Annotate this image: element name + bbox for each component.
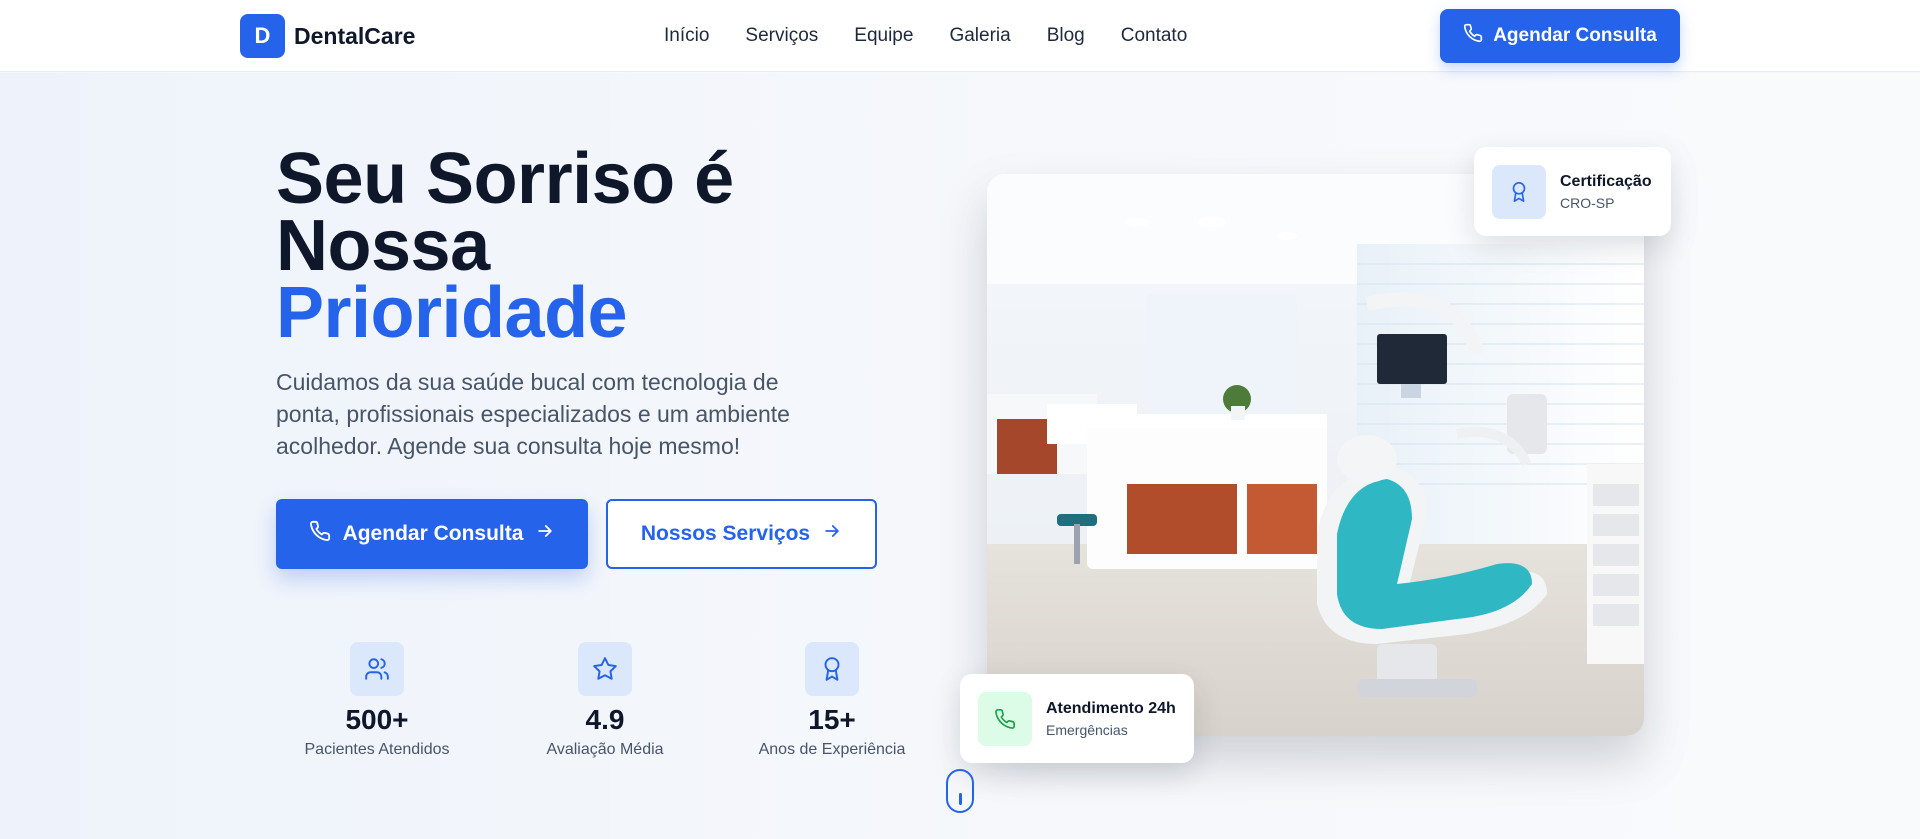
scroll-dot xyxy=(959,793,962,805)
schedule-appointment-label: Agendar Consulta xyxy=(342,522,524,545)
certification-subtitle: CRO-SP xyxy=(1560,194,1615,211)
hero-title: Seu Sorriso é Nossa Prioridade xyxy=(276,139,734,353)
stat-patients: 500+ Pacientes Atendidos xyxy=(277,642,477,759)
header-schedule-label: Agendar Consulta xyxy=(1493,25,1657,46)
stat-value: 15+ xyxy=(808,704,856,735)
hero-title-line-1: Seu Sorriso é xyxy=(276,139,734,219)
stat-label: Pacientes Atendidos xyxy=(304,741,450,758)
nav-item-contato[interactable]: Contato xyxy=(1121,24,1188,48)
our-services-button[interactable]: Nossos Serviços xyxy=(606,499,877,569)
phone-icon xyxy=(1463,23,1483,49)
stat-experience: 15+ Anos de Experiência xyxy=(732,642,932,759)
brand-name: DentalCare xyxy=(294,22,416,49)
nav-item-inicio[interactable]: Início xyxy=(664,24,709,48)
clinic-photo xyxy=(987,174,1644,736)
star-icon xyxy=(578,642,632,696)
certification-title: Certificação xyxy=(1560,172,1652,190)
stat-value: 4.9 xyxy=(585,704,625,735)
hero-title-line-2: Nossa xyxy=(276,206,490,286)
site-header: D DentalCare Início Serviços Equipe Gale… xyxy=(0,0,1920,72)
nav-item-galeria[interactable]: Galeria xyxy=(949,24,1010,48)
users-icon xyxy=(350,642,404,696)
nav-item-servicos[interactable]: Serviços xyxy=(745,24,818,48)
emergency-subtitle: Emergências xyxy=(1046,721,1128,738)
arrow-right-icon xyxy=(535,521,555,547)
arrow-right-icon xyxy=(822,521,842,547)
award-icon xyxy=(805,642,859,696)
emergency-title: Atendimento 24h xyxy=(1046,699,1176,717)
main-nav: Início Serviços Equipe Galeria Blog Cont… xyxy=(664,24,1223,48)
stat-label: Avaliação Média xyxy=(546,741,664,758)
header-schedule-button[interactable]: Agendar Consulta xyxy=(1440,9,1680,63)
logo-mark: D xyxy=(240,14,285,58)
emergency-badge: Atendimento 24h Emergências xyxy=(960,674,1194,763)
phone-icon xyxy=(978,691,1032,746)
stat-value: 500+ xyxy=(345,704,409,735)
nav-item-blog[interactable]: Blog xyxy=(1047,24,1085,48)
certification-badge: Certificação CRO-SP xyxy=(1474,147,1671,236)
logo[interactable]: D DentalCare xyxy=(240,14,415,58)
award-icon xyxy=(1492,164,1546,219)
phone-icon xyxy=(309,520,331,548)
stat-label: Anos de Experiência xyxy=(758,741,906,758)
stat-rating: 4.9 Avaliação Média xyxy=(505,642,705,759)
our-services-label: Nossos Serviços xyxy=(640,522,811,545)
scroll-down-indicator[interactable] xyxy=(946,769,974,813)
hero-subtitle: Cuidamos da sua saúde bucal com tecnolog… xyxy=(276,369,790,459)
schedule-appointment-button[interactable]: Agendar Consulta xyxy=(276,499,588,569)
hero-title-accent: Prioridade xyxy=(276,273,628,353)
nav-item-equipe[interactable]: Equipe xyxy=(854,24,913,48)
